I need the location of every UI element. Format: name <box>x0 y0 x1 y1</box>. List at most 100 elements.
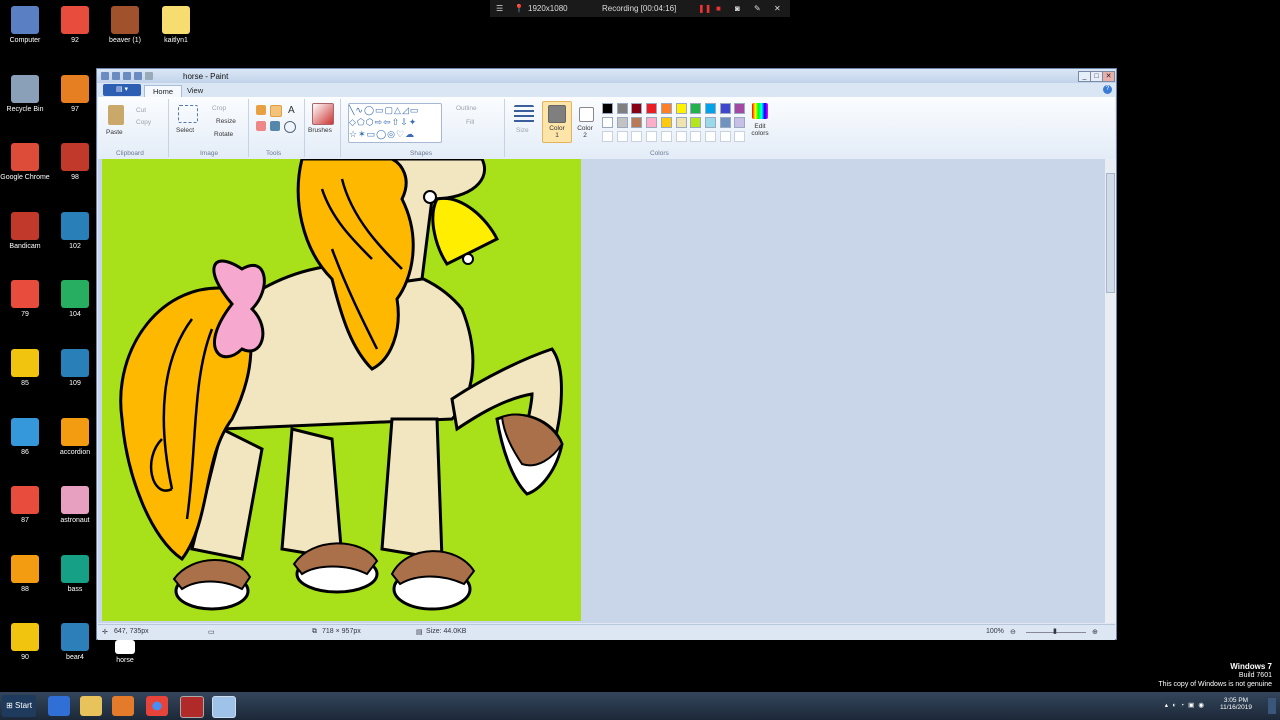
palette-swatch[interactable] <box>719 117 731 128</box>
desktop-icon[interactable]: 97 <box>50 74 100 114</box>
pencil-icon[interactable]: ✎ <box>754 4 761 13</box>
size-button[interactable]: Size <box>516 127 529 134</box>
palette-swatch[interactable] <box>631 103 643 114</box>
desktop-icon[interactable]: 88 <box>0 554 50 594</box>
palette-swatch[interactable] <box>602 103 613 114</box>
pin-icon[interactable]: 📍 <box>514 4 524 13</box>
paste-button[interactable]: Paste <box>106 129 123 136</box>
palette-swatch[interactable] <box>660 103 672 114</box>
color2-label[interactable]: Color 2 <box>575 125 595 139</box>
palette-swatch[interactable] <box>734 103 746 114</box>
palette-swatch[interactable] <box>734 117 746 128</box>
undo-icon[interactable] <box>123 72 131 80</box>
close-button[interactable]: ✕ <box>1102 71 1115 82</box>
title-bar[interactable]: horse - Paint _ □ ✕ <box>97 69 1116 83</box>
show-desktop-button[interactable] <box>1268 698 1276 714</box>
palette-empty-swatch[interactable] <box>616 131 628 142</box>
internet-explorer-icon[interactable] <box>48 696 70 716</box>
text-tool-icon[interactable]: A <box>288 105 295 116</box>
desktop-icon[interactable]: Bandicam <box>0 211 50 251</box>
edit-colors-button[interactable]: Edit colors <box>746 123 774 137</box>
magnifier-icon[interactable] <box>284 121 296 133</box>
palette-empty-swatch[interactable] <box>675 131 687 142</box>
camera-icon[interactable]: ◙ <box>735 4 740 13</box>
pencil-tool-icon[interactable] <box>256 105 266 115</box>
chrome-icon[interactable] <box>146 696 168 716</box>
desktop-icon[interactable]: 85 <box>0 349 50 388</box>
menu-icon[interactable]: ☰ <box>496 4 503 13</box>
save-icon[interactable] <box>112 72 120 80</box>
desktop-icon[interactable]: bear4 <box>50 623 100 662</box>
fill-tool-icon[interactable] <box>270 105 282 117</box>
palette-empty-swatch[interactable] <box>719 131 731 142</box>
palette-swatch[interactable] <box>690 103 702 114</box>
stop-icon[interactable]: ■ <box>716 4 721 13</box>
shapes-gallery[interactable]: ╲∿◯▭▢△◿▭ ◇⬠⬡⇨⇦⇧⇩✦ ☆✶▭◯◎♡☁ <box>348 103 442 143</box>
drawing-canvas[interactable] <box>102 159 581 621</box>
palette-empty-swatch[interactable] <box>690 131 702 142</box>
palette-empty-swatch[interactable] <box>631 131 643 142</box>
palette-swatch[interactable] <box>646 103 658 114</box>
help-icon[interactable]: ? <box>1103 85 1112 94</box>
zoom-out-icon[interactable]: ⊖ <box>1010 628 1016 636</box>
desktop-icon[interactable]: accordion <box>50 417 100 457</box>
desktop-icon[interactable]: kaitlyn1 <box>151 6 201 45</box>
desktop-icon[interactable]: beaver (1) <box>100 6 150 45</box>
desktop-icon[interactable]: 90 <box>0 623 50 662</box>
palette-swatch[interactable] <box>719 103 731 114</box>
zoom-in-icon[interactable]: ⊕ <box>1092 628 1098 636</box>
outline-button[interactable]: Outline <box>456 105 477 112</box>
palette-swatch[interactable] <box>602 117 613 128</box>
desktop-icon[interactable]: 98 <box>50 143 100 182</box>
palette-swatch[interactable] <box>690 117 702 128</box>
redo-icon[interactable] <box>134 72 142 80</box>
scrollbar-thumb[interactable] <box>1106 173 1115 293</box>
palette-empty-swatch[interactable] <box>704 131 716 142</box>
palette-swatch[interactable] <box>704 103 716 114</box>
desktop-icon[interactable]: 109 <box>50 349 100 388</box>
tray-expand-icon[interactable]: ▴ <box>1165 701 1168 709</box>
palette-swatch[interactable] <box>660 117 672 128</box>
desktop-icon[interactable]: astronaut <box>50 486 100 525</box>
start-button[interactable]: ⊞ Start <box>2 695 36 717</box>
palette-swatch[interactable] <box>675 117 687 128</box>
file-menu-button[interactable]: ▤ ▾ <box>103 84 141 96</box>
pause-icon[interactable]: ❚❚ <box>698 4 711 13</box>
palette-empty-swatch[interactable] <box>602 131 613 142</box>
clock[interactable]: 3:05 PM 11/16/2019 <box>1210 697 1262 711</box>
desktop-icon-horse[interactable]: horse <box>100 640 150 665</box>
paint-app-icon[interactable] <box>101 72 109 80</box>
customize-icon[interactable] <box>145 72 153 80</box>
desktop-icon[interactable]: 87 <box>0 486 50 525</box>
cut-button[interactable]: Cut <box>136 107 146 114</box>
resize-button[interactable]: Resize <box>216 118 236 125</box>
color-picker-icon[interactable] <box>270 121 280 131</box>
desktop-icon[interactable]: bass <box>50 554 100 594</box>
tray-icons[interactable]: ◐◔▣◉ <box>1172 701 1208 709</box>
rotate-button[interactable]: Rotate <box>214 131 233 138</box>
brushes-button[interactable]: Brushes <box>308 127 332 134</box>
eraser-tool-icon[interactable] <box>256 121 266 131</box>
paint-taskbar-icon[interactable] <box>212 696 236 718</box>
desktop-icon[interactable]: 102 <box>50 211 100 251</box>
fill-button[interactable]: Fill <box>466 119 474 126</box>
desktop-icon[interactable]: 86 <box>0 417 50 457</box>
palette-swatch[interactable] <box>616 117 628 128</box>
desktop-icon[interactable]: Computer <box>0 6 50 45</box>
bandicam-icon[interactable] <box>180 696 204 718</box>
palette-empty-swatch[interactable] <box>660 131 672 142</box>
zoom-slider-thumb[interactable]: ▮ <box>1053 627 1057 635</box>
media-player-icon[interactable] <box>112 696 134 716</box>
palette-swatch[interactable] <box>675 103 687 114</box>
palette-swatch[interactable] <box>646 117 658 128</box>
desktop-icon[interactable]: 92 <box>50 6 100 45</box>
palette-swatch[interactable] <box>616 103 628 114</box>
desktop-icon[interactable]: 79 <box>0 280 50 319</box>
palette-empty-swatch[interactable] <box>646 131 658 142</box>
desktop-icon[interactable]: Recycle Bin <box>0 74 50 114</box>
tab-view[interactable]: View <box>179 85 211 97</box>
desktop-icon[interactable]: Google Chrome <box>0 143 50 182</box>
close-icon[interactable]: ✕ <box>774 4 781 13</box>
file-explorer-icon[interactable] <box>80 696 102 716</box>
select-button[interactable]: Select <box>176 127 194 134</box>
